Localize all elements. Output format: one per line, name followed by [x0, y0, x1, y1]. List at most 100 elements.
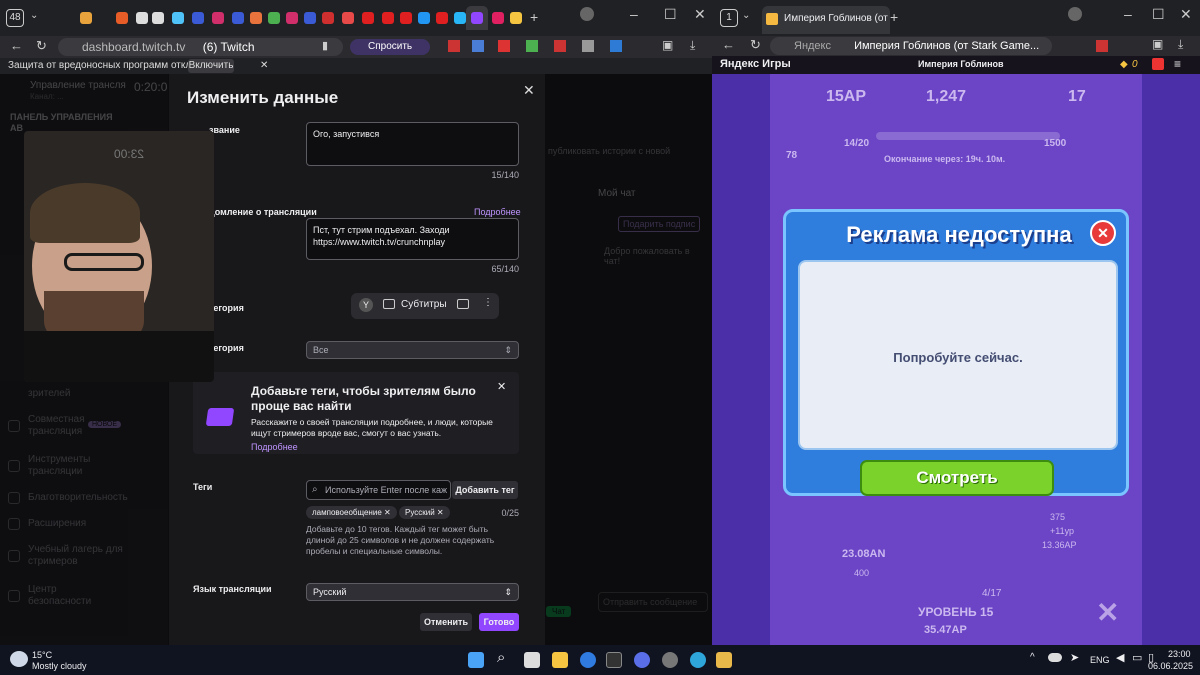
ext-icon[interactable] [1096, 40, 1108, 52]
ext-icon[interactable] [610, 40, 622, 52]
tab-favicon-icon[interactable] [136, 12, 148, 24]
new-tab-plus-icon[interactable]: + [890, 9, 898, 25]
watch-button[interactable]: Смотреть [860, 460, 1054, 496]
tab-favicon-icon[interactable] [172, 12, 184, 24]
tab-favicon-icon[interactable] [362, 12, 374, 24]
notification-icon[interactable] [1152, 58, 1164, 70]
dialog-close-icon[interactable]: ✕ [1090, 220, 1116, 246]
clock-time[interactable]: 23:00 [1168, 649, 1191, 659]
active-tab[interactable]: Империя Гоблинов (от [762, 6, 890, 34]
network-icon[interactable]: ▭ [1132, 651, 1142, 664]
extensions-icon[interactable]: ▣ [662, 38, 673, 52]
minimize-icon[interactable]: – [630, 6, 638, 22]
add-tag-button[interactable]: Добавить тег [452, 481, 518, 499]
reload-icon[interactable]: ↻ [750, 37, 761, 53]
clock-date[interactable]: 06.06.2025 [1148, 661, 1193, 671]
twitch-tab-icon[interactable] [471, 12, 483, 24]
more-vertical-icon[interactable]: ⋮ [483, 297, 493, 308]
tab-favicon-icon[interactable] [304, 12, 316, 24]
tab-list-chevron-icon[interactable]: ⌄ [30, 10, 38, 21]
pip-icon[interactable] [457, 299, 469, 309]
notification-more-link[interactable]: Подробнее [474, 207, 521, 217]
ext-icon[interactable] [448, 40, 460, 52]
tag-chip[interactable]: ламповоеобщение ✕ [306, 506, 397, 519]
tab-favicon-icon[interactable] [492, 12, 504, 24]
language-indicator[interactable]: ENG [1090, 655, 1110, 665]
ext-icon[interactable] [582, 40, 594, 52]
ext-icon[interactable] [498, 40, 510, 52]
browser-icon[interactable] [580, 652, 596, 668]
tab-favicon-icon[interactable] [400, 12, 412, 24]
extensions-icon[interactable]: ▣ [1152, 37, 1163, 51]
tab-favicon-icon[interactable] [268, 12, 280, 24]
title-input[interactable]: Ого, запустився [306, 122, 519, 166]
tab-favicon-icon[interactable] [342, 12, 354, 24]
tab-favicon-icon[interactable] [192, 12, 204, 24]
subtitles-icon[interactable] [383, 299, 395, 309]
tag-remove-icon[interactable]: ✕ [437, 508, 444, 517]
close-window-icon[interactable]: ✕ [694, 6, 706, 23]
back-arrow-icon[interactable]: ← [10, 38, 23, 53]
ask-alice-button[interactable]: Спросить [350, 39, 430, 55]
tab-favicon-icon[interactable] [382, 12, 394, 24]
telegram-icon[interactable] [690, 652, 706, 668]
tab-count-button[interactable]: 1 [720, 9, 738, 27]
tab-count-button[interactable]: 48 [6, 9, 24, 27]
url-field[interactable]: dashboard.twitch.tv (6) Twitch [58, 38, 343, 56]
weather-icon[interactable] [10, 651, 28, 667]
tab-favicon-icon[interactable] [212, 12, 224, 24]
cancel-button[interactable]: Отменить [420, 613, 472, 631]
download-icon[interactable]: ⤓ [1178, 37, 1183, 52]
search-icon[interactable]: ⌕ [497, 649, 505, 666]
close-window-icon[interactable]: ✕ [1180, 6, 1192, 23]
profile-avatar-icon[interactable] [580, 7, 594, 21]
yandex-browser-icon[interactable] [634, 652, 650, 668]
maximize-icon[interactable]: ☐ [664, 6, 677, 23]
url-field[interactable]: Яндекс Империя Гоблинов (от Stark Game..… [770, 37, 1052, 55]
close-x-icon[interactable]: ✕ [1096, 596, 1119, 629]
tab-favicon-icon[interactable] [286, 12, 298, 24]
terminal-icon[interactable] [606, 652, 622, 668]
ext-icon[interactable] [526, 40, 538, 52]
back-arrow-icon[interactable]: ← [722, 37, 735, 52]
warning-close-icon[interactable]: ✕ [260, 58, 268, 74]
done-button[interactable]: Готово [479, 613, 519, 631]
tag-chip[interactable]: Русский ✕ [399, 506, 450, 519]
tab-list-chevron-icon[interactable]: ⌄ [742, 10, 750, 21]
language-select[interactable]: Русский ⇕ [306, 583, 519, 601]
weather-temp[interactable]: 15°C [32, 650, 52, 660]
tab-favicon-icon[interactable] [322, 12, 334, 24]
yandex-y-icon[interactable]: Y [359, 298, 373, 312]
profile-avatar-icon[interactable] [1068, 7, 1082, 21]
start-windows-icon[interactable] [468, 652, 484, 668]
promo-more-link[interactable]: Подробнее [251, 442, 298, 452]
maximize-icon[interactable]: ☐ [1152, 6, 1165, 23]
game-canvas[interactable]: 15AP 1,247 17 78 14/20 1500 Окончание че… [712, 74, 1200, 645]
weather-desc[interactable]: Mostly cloudy [32, 661, 87, 671]
notification-input[interactable]: Пст, тут стрим подъехал. Заходи https://… [306, 218, 519, 260]
tab-favicon-icon[interactable] [436, 12, 448, 24]
app-star-icon[interactable] [716, 652, 732, 668]
tab-favicon-icon[interactable] [250, 12, 262, 24]
tab-favicon-icon[interactable] [418, 12, 430, 24]
send-icon[interactable]: ➤ [1070, 651, 1079, 664]
tray-chevron-icon[interactable]: ^ [1030, 652, 1035, 663]
tab-favicon-icon[interactable] [454, 12, 466, 24]
download-icon[interactable]: ⤓ [690, 38, 695, 53]
content-category-select[interactable]: Все ⇕ [306, 341, 519, 359]
ext-icon[interactable] [472, 40, 484, 52]
app-icon[interactable] [662, 652, 678, 668]
tags-input[interactable]: ⌕ Используйте Enter после каж [306, 480, 451, 500]
task-view-icon[interactable] [524, 652, 540, 668]
bookmark-icon[interactable]: ▮ [322, 39, 328, 52]
volume-icon[interactable]: ◀ [1116, 651, 1124, 664]
tab-favicon-icon[interactable] [152, 12, 164, 24]
new-tab-plus-icon[interactable]: + [530, 9, 538, 25]
tab-favicon-icon[interactable] [510, 12, 522, 24]
minimize-icon[interactable]: – [1124, 6, 1132, 22]
tab-favicon-icon[interactable] [232, 12, 244, 24]
tab-favicon-icon[interactable] [80, 12, 92, 24]
modal-close-icon[interactable]: ✕ [523, 82, 535, 99]
file-explorer-icon[interactable] [552, 652, 568, 668]
subtitles-button[interactable]: Субтитры [401, 299, 447, 310]
